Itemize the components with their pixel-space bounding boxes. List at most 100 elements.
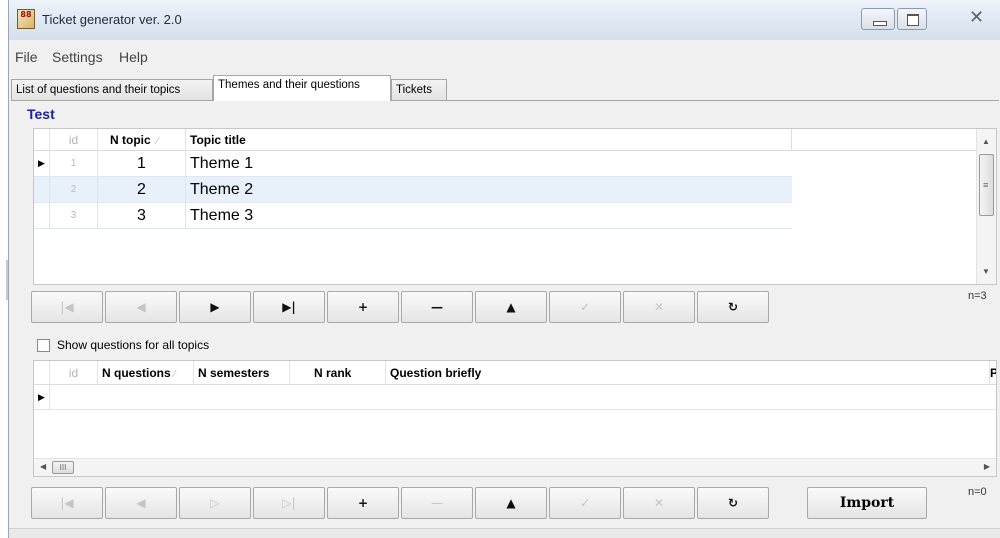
scroll-right-icon[interactable]: ▶ [984,462,990,471]
tab-themes-questions[interactable]: Themes and their questions [213,75,391,101]
cell-topic-title: Theme 3 [190,207,254,224]
row-indicator [34,177,50,202]
show-all-topics-checkbox[interactable] [37,339,50,352]
menu-settings[interactable]: Settings [52,49,103,65]
row-indicator: ▶ [34,151,50,176]
prior-record-icon: ◀ [136,496,146,510]
edit-record-button[interactable]: ▲ [475,487,547,519]
cancel-record-button[interactable]: ✕ [623,487,695,519]
menu-bar: File Settings Help [9,46,1000,68]
cell-topic-title: Theme 1 [190,155,254,172]
sort-indicator-icon: ⁄ [173,369,176,380]
cancel-record-icon: ✕ [653,300,665,314]
cell-n-topic: 2 [98,177,186,202]
current-row-icon: ▶ [38,392,45,402]
scroll-thumb[interactable]: III [52,461,74,474]
table-row[interactable]: 2 2 Theme 2 [34,177,792,203]
column-header-id[interactable]: id [50,361,98,385]
menu-help[interactable]: Help [119,49,148,65]
last-record-icon: ▷| [282,496,296,510]
row-indicator: ▶ [34,385,50,410]
last-record-icon: ▶| [282,300,296,314]
edit-record-icon: ▲ [506,300,516,314]
horizontal-scrollbar[interactable]: ◀ III ▶ [34,458,996,476]
delete-record-icon: — [431,496,443,510]
questions-grid[interactable]: id N questions ⁄ N semesters N rank Quest… [33,360,997,477]
post-record-icon: ✓ [579,300,591,314]
insert-record-button[interactable]: + [327,487,399,519]
scroll-left-icon[interactable]: ◀ [40,462,46,471]
maximize-button[interactable] [897,8,927,30]
last-record-button[interactable]: ▶| [253,291,325,323]
window-title: Ticket generator ver. 2.0 [42,12,182,27]
import-button[interactable]: Import [807,487,927,519]
next-record-icon: ▶ [210,300,220,314]
scroll-down-icon[interactable]: ▼ [982,267,990,276]
column-header-n-rank[interactable]: N rank [290,361,386,385]
insert-record-icon: + [357,300,369,314]
scroll-up-icon[interactable]: ▲ [982,137,990,146]
first-record-icon: |◀ [60,496,74,510]
title-bar: 88 Ticket generator ver. 2.0 ✕ [9,0,1000,40]
post-record-button[interactable]: ✓ [549,487,621,519]
next-record-icon: ▷ [210,496,220,510]
current-row-icon: ▶ [38,158,45,168]
row-indicator [34,203,50,228]
first-record-button[interactable]: |◀ [31,487,103,519]
app-icon: 88 [17,9,35,29]
column-header-id[interactable]: id [50,129,98,151]
delete-record-button[interactable]: — [401,487,473,519]
first-record-icon: |◀ [60,300,74,314]
topics-grid-header: id N topic ⁄ Topic title [34,129,996,151]
column-header-n-questions[interactable]: N questions ⁄ [98,361,194,385]
prior-record-button[interactable]: ◀ [105,291,177,323]
tab-tickets[interactable]: Tickets [391,79,447,101]
table-row[interactable]: 3 3 Theme 3 [34,203,792,229]
next-record-button[interactable]: ▷ [179,487,251,519]
grip-icon: ≡ [983,180,989,190]
first-record-button[interactable]: |◀ [31,291,103,323]
sort-indicator-icon: ⁄ [156,136,159,147]
cell-id: 1 [50,151,98,176]
vertical-scrollbar[interactable]: ▲ ≡ ▼ [976,129,996,284]
refresh-icon: ↻ [727,496,739,510]
refresh-button[interactable]: ↻ [697,291,769,323]
cancel-record-button[interactable]: ✕ [623,291,695,323]
close-icon: ✕ [969,7,985,28]
cancel-record-icon: ✕ [653,496,665,510]
table-row[interactable]: ▶ 1 1 Theme 1 [34,151,792,177]
cell-topic-title: Theme 2 [190,181,254,198]
edit-record-button[interactable]: ▲ [475,291,547,323]
questions-record-count: n=0 [968,486,987,498]
delete-record-button[interactable]: — [401,291,473,323]
minimize-button[interactable] [861,8,895,30]
column-header-n-topic[interactable]: N topic ⁄ [98,129,186,151]
next-record-button[interactable]: ▶ [179,291,251,323]
delete-record-icon: — [431,300,443,314]
last-record-button[interactable]: ▷| [253,487,325,519]
column-header-p[interactable]: P [988,361,996,385]
tab-questions-topics[interactable]: List of questions and their topics [11,79,213,101]
cell-n-topic: 1 [98,151,186,176]
insert-record-icon: + [357,496,369,510]
column-header-n-semesters[interactable]: N semesters [194,361,290,385]
column-header-topic-title[interactable]: Topic title [186,129,792,151]
prior-record-button[interactable]: ◀ [105,487,177,519]
indicator-header [34,361,50,385]
topics-grid[interactable]: id N topic ⁄ Topic title ▶ 1 1 Theme 1 2 … [33,128,997,285]
close-button[interactable]: ✕ [957,7,997,30]
refresh-button[interactable]: ↻ [697,487,769,519]
column-header-n-topic-label: N topic [110,133,151,147]
insert-record-button[interactable]: + [327,291,399,323]
table-row[interactable]: ▶ [34,385,996,410]
cell-id: 3 [50,203,98,228]
menu-file[interactable]: File [15,49,38,65]
topics-record-count: n=3 [968,290,987,302]
cell-n-topic: 3 [98,203,186,228]
column-header-question-briefly[interactable]: Question briefly [386,361,990,385]
post-record-button[interactable]: ✓ [549,291,621,323]
scroll-thumb[interactable]: ≡ [979,154,994,216]
indicator-header [34,129,50,151]
desktop-edge [0,0,8,538]
status-bar [9,528,1000,538]
